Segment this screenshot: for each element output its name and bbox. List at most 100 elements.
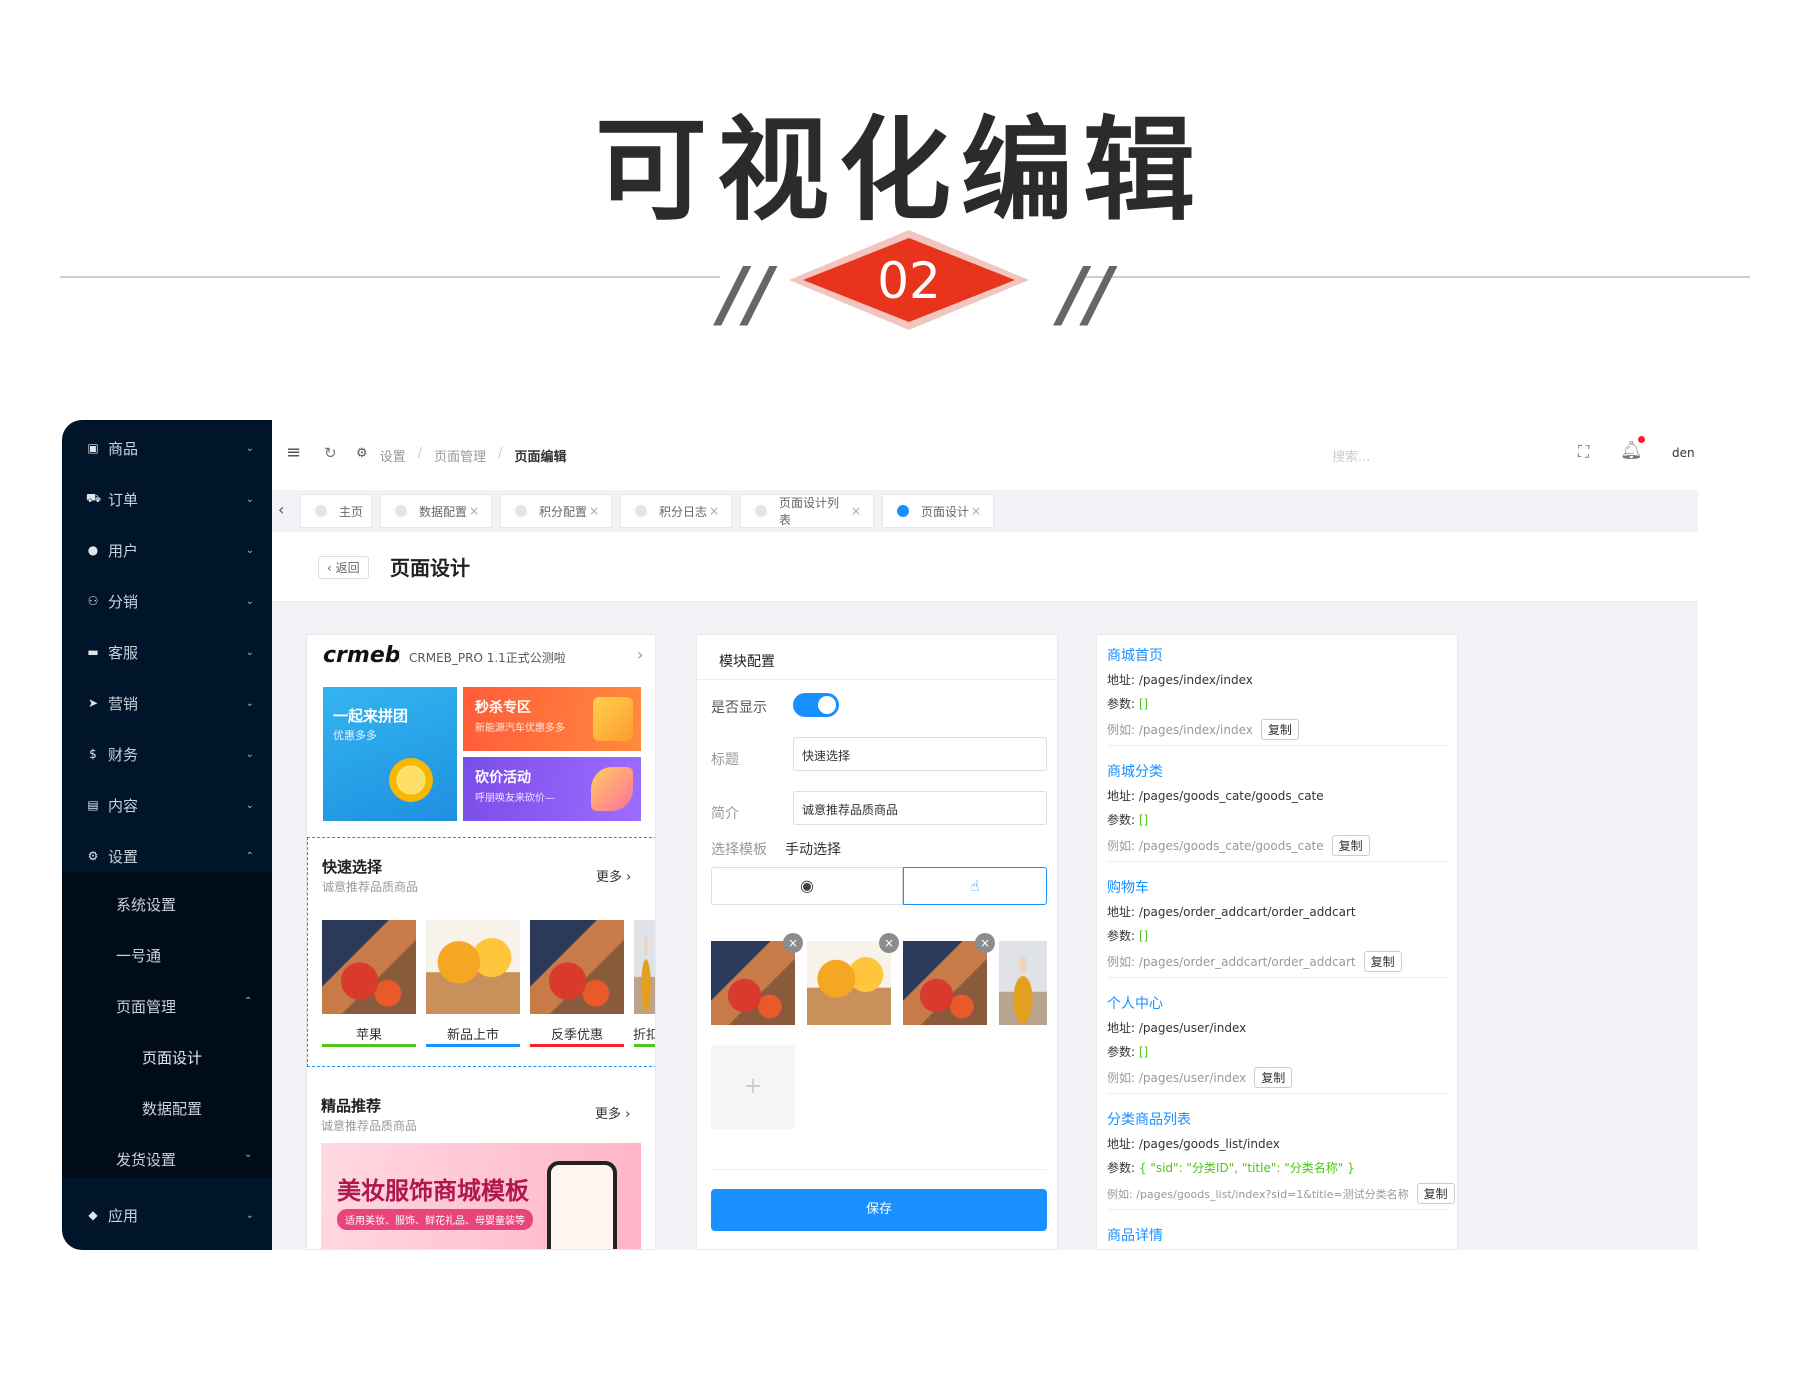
template-option-radio[interactable]: ◉ <box>711 867 903 905</box>
sidebar-item-apps[interactable]: ◆ 应用 ⌄ <box>62 1190 272 1240</box>
promo-group-buy[interactable]: 一起来拼团 优惠多多 <box>323 687 457 821</box>
submenu-system-settings[interactable]: 系统设置 <box>116 894 176 915</box>
submenu-data-config[interactable]: 数据配置 <box>142 1098 202 1119</box>
sidebar-item-orders[interactable]: ⛟ 订单 ⌄ <box>62 474 272 524</box>
search-input[interactable]: 搜索... <box>1332 446 1370 465</box>
link-example: /pages/goods_cate/goods_cate <box>1138 839 1324 853</box>
template-option-manual[interactable]: ☝ <box>903 867 1047 905</box>
badge-number: 02 <box>877 252 941 310</box>
save-button[interactable]: 保存 <box>711 1189 1047 1231</box>
product-image-discount[interactable] <box>634 920 655 1014</box>
product-image-new[interactable] <box>426 920 520 1014</box>
link-address: /pages/goods_list/index <box>1138 1137 1280 1151</box>
close-icon[interactable]: × <box>851 504 861 518</box>
chevron-down-icon: ⌄ <box>245 748 254 760</box>
close-icon[interactable]: × <box>469 504 479 518</box>
dollar-icon: $ <box>89 747 97 761</box>
banner-tagline: 适用美妆、服饰、鲜花礼品、母婴童装等 <box>337 1209 533 1230</box>
link-title[interactable]: 商城首页 <box>1107 645 1163 665</box>
link-title[interactable]: 商城分类 <box>1107 761 1163 781</box>
close-icon[interactable]: × <box>589 504 599 518</box>
chevron-up-icon: ⌃ <box>245 850 254 862</box>
remove-image-icon[interactable]: × <box>975 933 995 953</box>
link-example: /pages/user/index <box>1138 1071 1247 1085</box>
product-image-apple[interactable] <box>322 920 416 1014</box>
selected-image-3[interactable] <box>903 941 987 1025</box>
remove-image-icon[interactable]: × <box>783 933 803 953</box>
chevron-down-icon: ⌄ <box>245 493 254 505</box>
divider-right <box>1080 276 1750 278</box>
chevron-right-icon[interactable]: › <box>637 645 643 664</box>
breadcrumb-settings[interactable]: 设置 <box>380 446 406 465</box>
back-button[interactable]: ‹ 返回 <box>318 556 369 579</box>
link-title[interactable]: 分类商品列表 <box>1107 1109 1191 1129</box>
sidebar-item-finance[interactable]: $ 财务 ⌄ <box>62 729 272 779</box>
send-icon: ➤ <box>87 696 99 710</box>
divider <box>1107 1209 1449 1210</box>
bell-icon[interactable]: 🔔︎ <box>1620 440 1643 461</box>
tab-home[interactable]: 主页 <box>300 494 372 528</box>
copy-button[interactable]: 复制 <box>1416 1183 1455 1204</box>
product-underline <box>426 1044 520 1047</box>
link-example: /pages/goods_list/index?sid=1&title=测试分类… <box>1136 1188 1409 1201</box>
copy-button[interactable]: 复制 <box>1363 951 1402 972</box>
link-title[interactable]: 商品详情 <box>1107 1225 1163 1245</box>
submenu-yihaotong[interactable]: 一号通 <box>116 945 161 966</box>
promo-bargain[interactable]: 砍价活动 呼朋唤友来砍价— <box>463 757 641 821</box>
submenu-shipping-settings[interactable]: 发货设置 <box>116 1149 176 1170</box>
close-icon[interactable]: × <box>709 504 719 518</box>
breadcrumb-page-management[interactable]: 页面管理 <box>434 446 486 465</box>
selected-image-1[interactable] <box>711 941 795 1025</box>
sidebar-item-users[interactable]: ● 用户 ⌄ <box>62 525 272 575</box>
template-value: 手动选择 <box>785 842 841 858</box>
submenu-page-management[interactable]: 页面管理 <box>116 996 176 1017</box>
tab-dot <box>635 505 647 517</box>
book-icon: ▤ <box>87 798 99 812</box>
add-image-button[interactable]: + <box>711 1045 795 1129</box>
sidebar-item-distribution[interactable]: ⚇ 分销 ⌄ <box>62 576 272 626</box>
banner-title: 可视化编辑 <box>595 106 1205 236</box>
promo-flash-sale[interactable]: 秒杀专区 新能源汽车优惠多多 <box>463 687 641 751</box>
quick-select-module[interactable]: 快速选择 诚意推荐品质商品 更多 › 苹果 新品上市 反季优惠 折扣 <box>307 837 655 1067</box>
copy-button[interactable]: 复制 <box>1254 1067 1293 1088</box>
link-example: /pages/order_addcart/order_addcart <box>1138 955 1356 969</box>
recommend-more-link[interactable]: 更多 › <box>595 1103 630 1122</box>
sidebar-item-marketing[interactable]: ➤ 营销 ⌄ <box>62 678 272 728</box>
content-area: crmeb CRMEB_PRO 1.1正式公测啦 › 一起来拼团 优惠多多 秒杀… <box>272 602 1698 1250</box>
copy-button[interactable]: 复制 <box>1260 719 1299 740</box>
tab-points-config[interactable]: 积分配置 × <box>500 494 612 528</box>
show-toggle[interactable] <box>793 693 839 717</box>
module-config-header: 模块配置 <box>719 654 775 670</box>
divider-left <box>60 276 720 278</box>
tab-page-design-list[interactable]: 页面设计列表 × <box>740 494 874 528</box>
remove-image-icon[interactable]: × <box>879 933 899 953</box>
selected-image-2[interactable] <box>807 941 891 1025</box>
tab-data-config[interactable]: 数据配置 × <box>380 494 492 528</box>
user-name[interactable]: den <box>1672 446 1695 460</box>
submenu-page-design[interactable]: 页面设计 <box>142 1047 202 1068</box>
breadcrumb-separator: / <box>498 446 503 461</box>
sidebar-item-goods[interactable]: ▣ 商品 ⌄ <box>62 423 272 473</box>
fullscreen-icon[interactable]: ⛶ <box>1578 442 1589 462</box>
addr-label: 地址: <box>1107 905 1136 919</box>
link-title[interactable]: 购物车 <box>1107 877 1149 897</box>
sidebar-item-service[interactable]: ▬ 客服 ⌄ <box>62 627 272 677</box>
tab-points-log[interactable]: 积分日志 × <box>620 494 732 528</box>
link-title[interactable]: 个人中心 <box>1107 993 1163 1013</box>
title-input[interactable]: 快速选择 <box>793 737 1047 771</box>
sidebar-item-content[interactable]: ▤ 内容 ⌄ <box>62 780 272 830</box>
param-label: 参数: <box>1107 929 1136 943</box>
refresh-icon[interactable]: ↻ <box>324 444 337 462</box>
intro-input[interactable]: 诚意推荐品质商品 <box>793 791 1047 825</box>
product-image-offseason[interactable] <box>530 920 624 1014</box>
quick-more-link[interactable]: 更多 › <box>596 866 631 885</box>
divider <box>711 1169 1047 1170</box>
notice-text[interactable]: CRMEB_PRO 1.1正式公测啦 <box>409 649 566 666</box>
recommend-banner[interactable]: 美妆服饰商城模板 适用美妆、服饰、鲜花礼品、母婴童装等 <box>321 1143 641 1249</box>
menu-toggle-icon[interactable]: ≡ <box>286 442 301 463</box>
chevron-down-icon: ⌄ <box>245 442 254 454</box>
close-icon[interactable]: × <box>971 504 981 518</box>
chevron-left-icon[interactable]: ‹ <box>278 500 284 519</box>
tab-page-design[interactable]: 页面设计 × <box>882 494 994 528</box>
copy-button[interactable]: 复制 <box>1331 835 1370 856</box>
